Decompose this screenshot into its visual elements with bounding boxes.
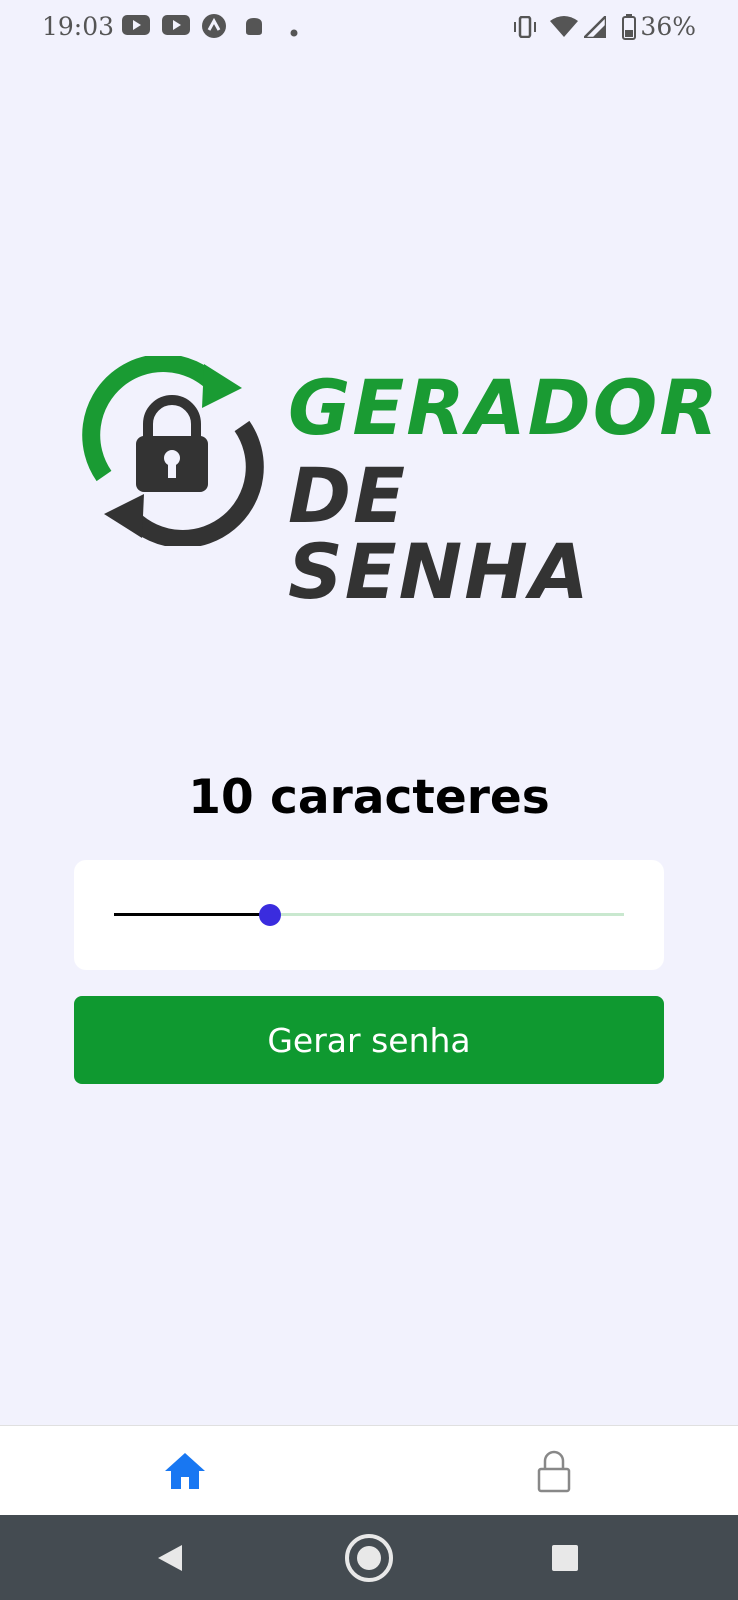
bottom-tab-bar [0,1425,738,1516]
logo-title-line1: GERADOR [288,363,720,452]
character-count-label: 10 caracteres [188,770,550,825]
home-icon [164,1453,205,1489]
lock-refresh-icon [82,356,264,546]
wifi-icon [550,16,578,43]
back-icon [158,1544,182,1571]
youtube-icon [162,15,190,40]
dot-icon [290,24,298,42]
slider-thumb[interactable] [259,904,281,926]
status-bar: 19:03 36% [0,0,738,58]
battery-icon [622,14,636,45]
vibrate-icon [512,15,538,43]
home-circle-icon [345,1533,393,1582]
back-button[interactable] [130,1515,210,1600]
recents-button[interactable] [525,1515,605,1600]
slider-track-empty[interactable] [270,913,624,916]
logo-title-line2: DE SENHA [288,451,591,616]
app-icon [202,14,226,43]
slider-track-filled[interactable] [114,913,270,916]
home-nav-button[interactable] [329,1515,409,1600]
signal-icon [580,12,608,43]
lock-icon [537,1450,570,1493]
generate-password-button[interactable]: Gerar senha [74,996,664,1084]
android-icon [242,14,266,43]
tab-passwords[interactable] [369,1426,738,1516]
length-slider-card [74,860,664,970]
youtube-icon [122,15,150,40]
system-navigation-bar [0,1515,738,1600]
status-time: 19:03 [42,12,115,41]
battery-percent: 36% [640,12,696,41]
tab-home[interactable] [0,1426,369,1516]
recents-icon [552,1544,578,1571]
